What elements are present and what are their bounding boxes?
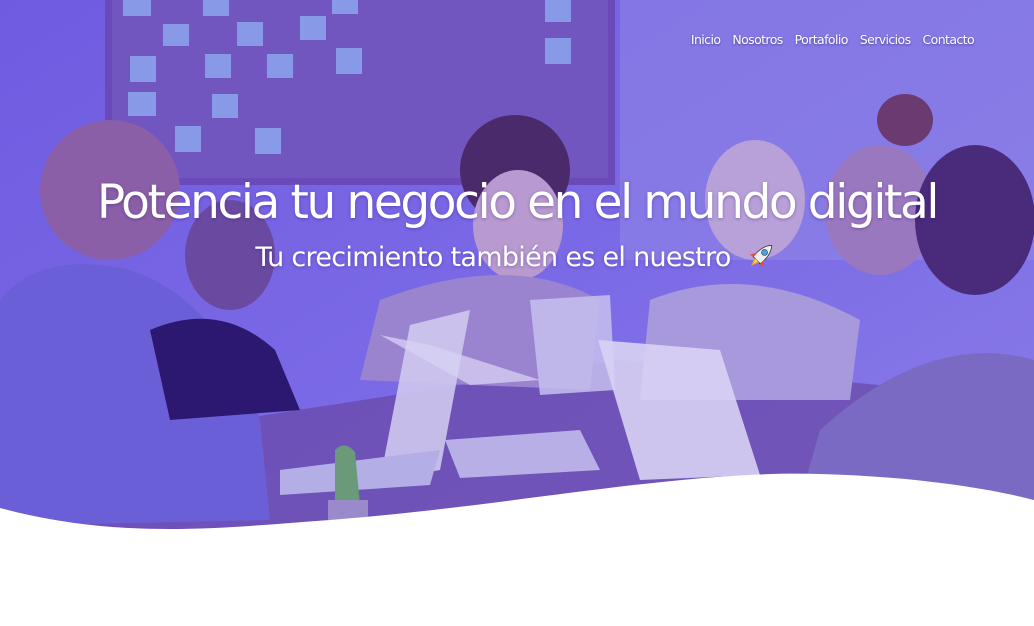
hero-subtitle-row: Tu crecimiento también es el nuestro: [0, 238, 1034, 278]
hero-section: Inicio Nosotros Portafolio Servicios Con…: [0, 0, 1034, 626]
hero-title: Potencia tu negocio en el mundo digital: [96, 175, 940, 230]
nav-inicio[interactable]: Inicio: [691, 32, 721, 47]
hero-subtitle: Tu crecimiento también es el nuestro: [255, 242, 731, 273]
rocket-icon: [749, 244, 772, 268]
nav-servicios[interactable]: Servicios: [860, 32, 911, 47]
nav-nosotros[interactable]: Nosotros: [732, 32, 783, 47]
main-nav: Inicio Nosotros Portafolio Servicios Con…: [691, 32, 975, 47]
nav-portafolio[interactable]: Portafolio: [795, 32, 849, 47]
nav-contacto[interactable]: Contacto: [923, 32, 975, 47]
hero-background-photo: [0, 0, 1034, 626]
